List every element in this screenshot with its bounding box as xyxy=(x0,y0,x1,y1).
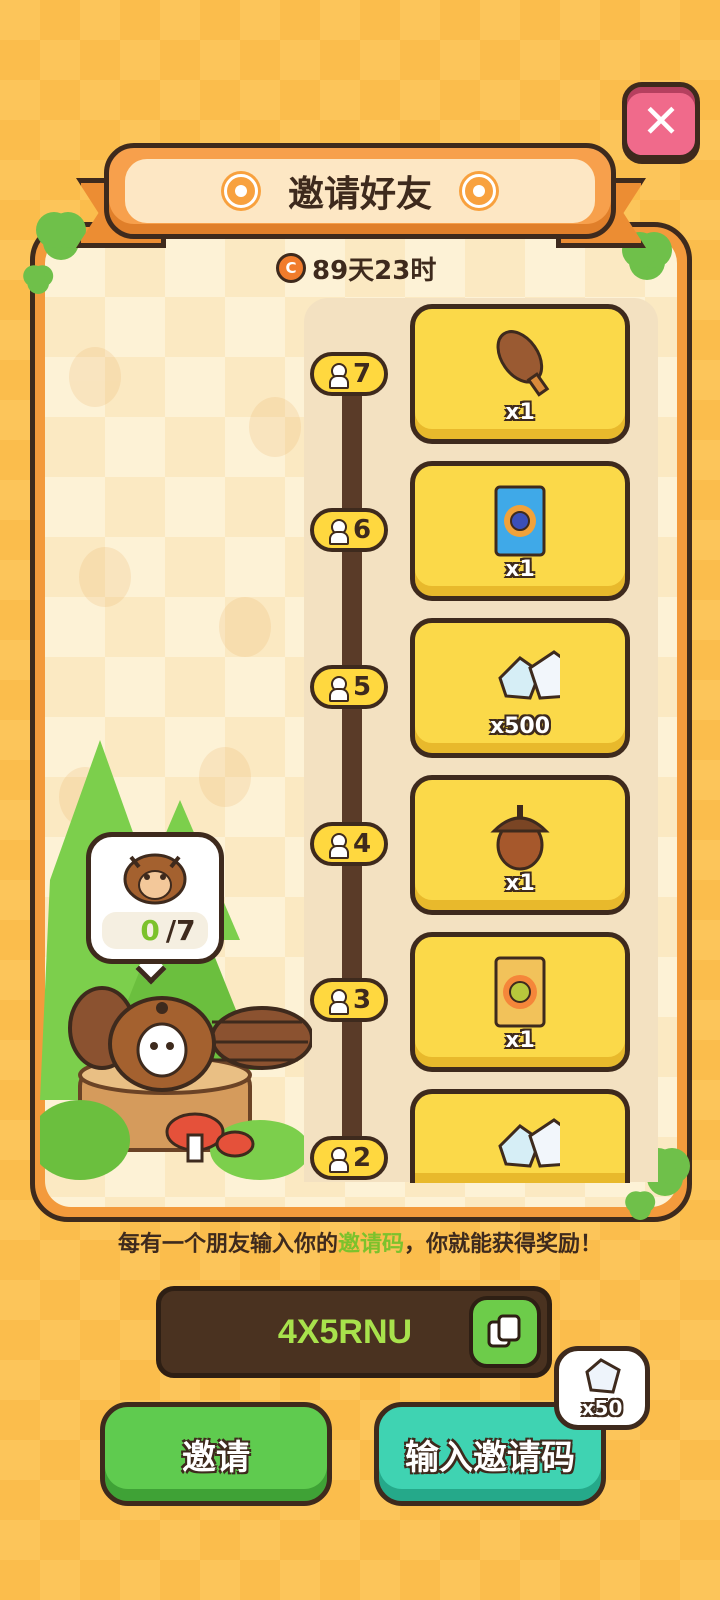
level-number: 5 xyxy=(352,672,372,702)
pinecone-icon xyxy=(480,324,560,404)
timer-text: 89天23时 xyxy=(312,255,437,286)
reward-quantity: x500 xyxy=(489,713,551,739)
friend-icon xyxy=(114,920,134,942)
copy-icon xyxy=(487,1314,521,1348)
acorn-icon xyxy=(480,795,560,875)
enter-code-bonus-badge: x50 xyxy=(554,1346,650,1430)
level-marker-3: 3 xyxy=(310,978,388,1022)
blueberry-pack-icon xyxy=(480,481,560,561)
title-banner: 邀请好友 xyxy=(104,143,616,239)
reward-quantity: x1 xyxy=(505,870,535,896)
squirrel-face-icon xyxy=(123,853,187,905)
bonus-quantity: x50 xyxy=(581,1396,623,1420)
friend-icon xyxy=(327,1147,349,1173)
reward-card[interactable]: x1 xyxy=(410,304,630,444)
invite-code: 4X5RNU xyxy=(277,1312,413,1351)
invite-info-text: 每有一个朋友输入你的邀请码，你就能获得奖励！ xyxy=(0,1226,720,1258)
reward-card[interactable]: x1 xyxy=(410,932,630,1072)
clover-decoration xyxy=(23,265,45,287)
progress-total: /7 xyxy=(165,914,196,948)
progress-bubble: 0/7 xyxy=(86,832,224,964)
reward-card[interactable] xyxy=(410,1089,630,1183)
level-number: 7 xyxy=(352,359,372,389)
reward-quantity: x1 xyxy=(505,1027,535,1053)
flower-icon xyxy=(462,174,496,208)
info-text-highlight: 邀请码 xyxy=(337,1232,404,1257)
reward-track-line xyxy=(342,380,362,1180)
flower-icon xyxy=(223,174,258,208)
invite-button[interactable]: 邀请 xyxy=(100,1402,332,1506)
copy-code-button[interactable] xyxy=(469,1296,541,1368)
crystal-gems-icon xyxy=(480,1106,560,1183)
level-number: 6 xyxy=(352,515,372,545)
friend-icon xyxy=(327,833,349,859)
clover-decoration xyxy=(625,1191,647,1213)
level-marker-2: 2 xyxy=(310,1136,388,1180)
level-marker-4: 4 xyxy=(310,822,388,866)
friend-icon xyxy=(327,363,349,389)
info-text-before: 每有一个朋友输入你的 xyxy=(117,1232,338,1257)
progress-current: 0 xyxy=(140,914,160,948)
level-marker-5: 5 xyxy=(310,665,388,709)
clover-decoration xyxy=(36,212,72,248)
level-number: 2 xyxy=(352,1143,372,1173)
durian-pack-icon xyxy=(480,952,560,1032)
close-button[interactable]: ✕ xyxy=(622,82,700,160)
event-timer: C 89天23时 xyxy=(276,250,436,286)
invite-progress: 0/7 xyxy=(102,912,208,950)
level-marker-7: 7 xyxy=(310,352,388,396)
level-marker-6: 6 xyxy=(310,508,388,552)
reward-card[interactable]: x1 xyxy=(410,775,630,915)
level-number: 4 xyxy=(352,829,372,859)
countdown-icon: C xyxy=(276,253,306,283)
friend-icon xyxy=(327,676,349,702)
friend-icon xyxy=(327,989,349,1015)
friend-icon xyxy=(327,519,349,545)
page-title: 邀请好友 xyxy=(287,174,432,215)
invite-code-box: 4X5RNU xyxy=(156,1286,552,1378)
reward-quantity: x1 xyxy=(505,399,535,425)
reward-quantity: x1 xyxy=(505,556,535,582)
reward-card[interactable]: x1 xyxy=(410,461,630,601)
reward-card[interactable]: x500 xyxy=(410,618,630,758)
info-text-after: ，你就能获得奖励！ xyxy=(404,1232,603,1257)
crystal-gems-icon xyxy=(480,638,560,718)
crystal-icon xyxy=(585,1358,621,1394)
level-number: 3 xyxy=(352,985,372,1015)
close-icon: ✕ xyxy=(641,94,681,148)
squirrel-character xyxy=(68,986,312,1092)
